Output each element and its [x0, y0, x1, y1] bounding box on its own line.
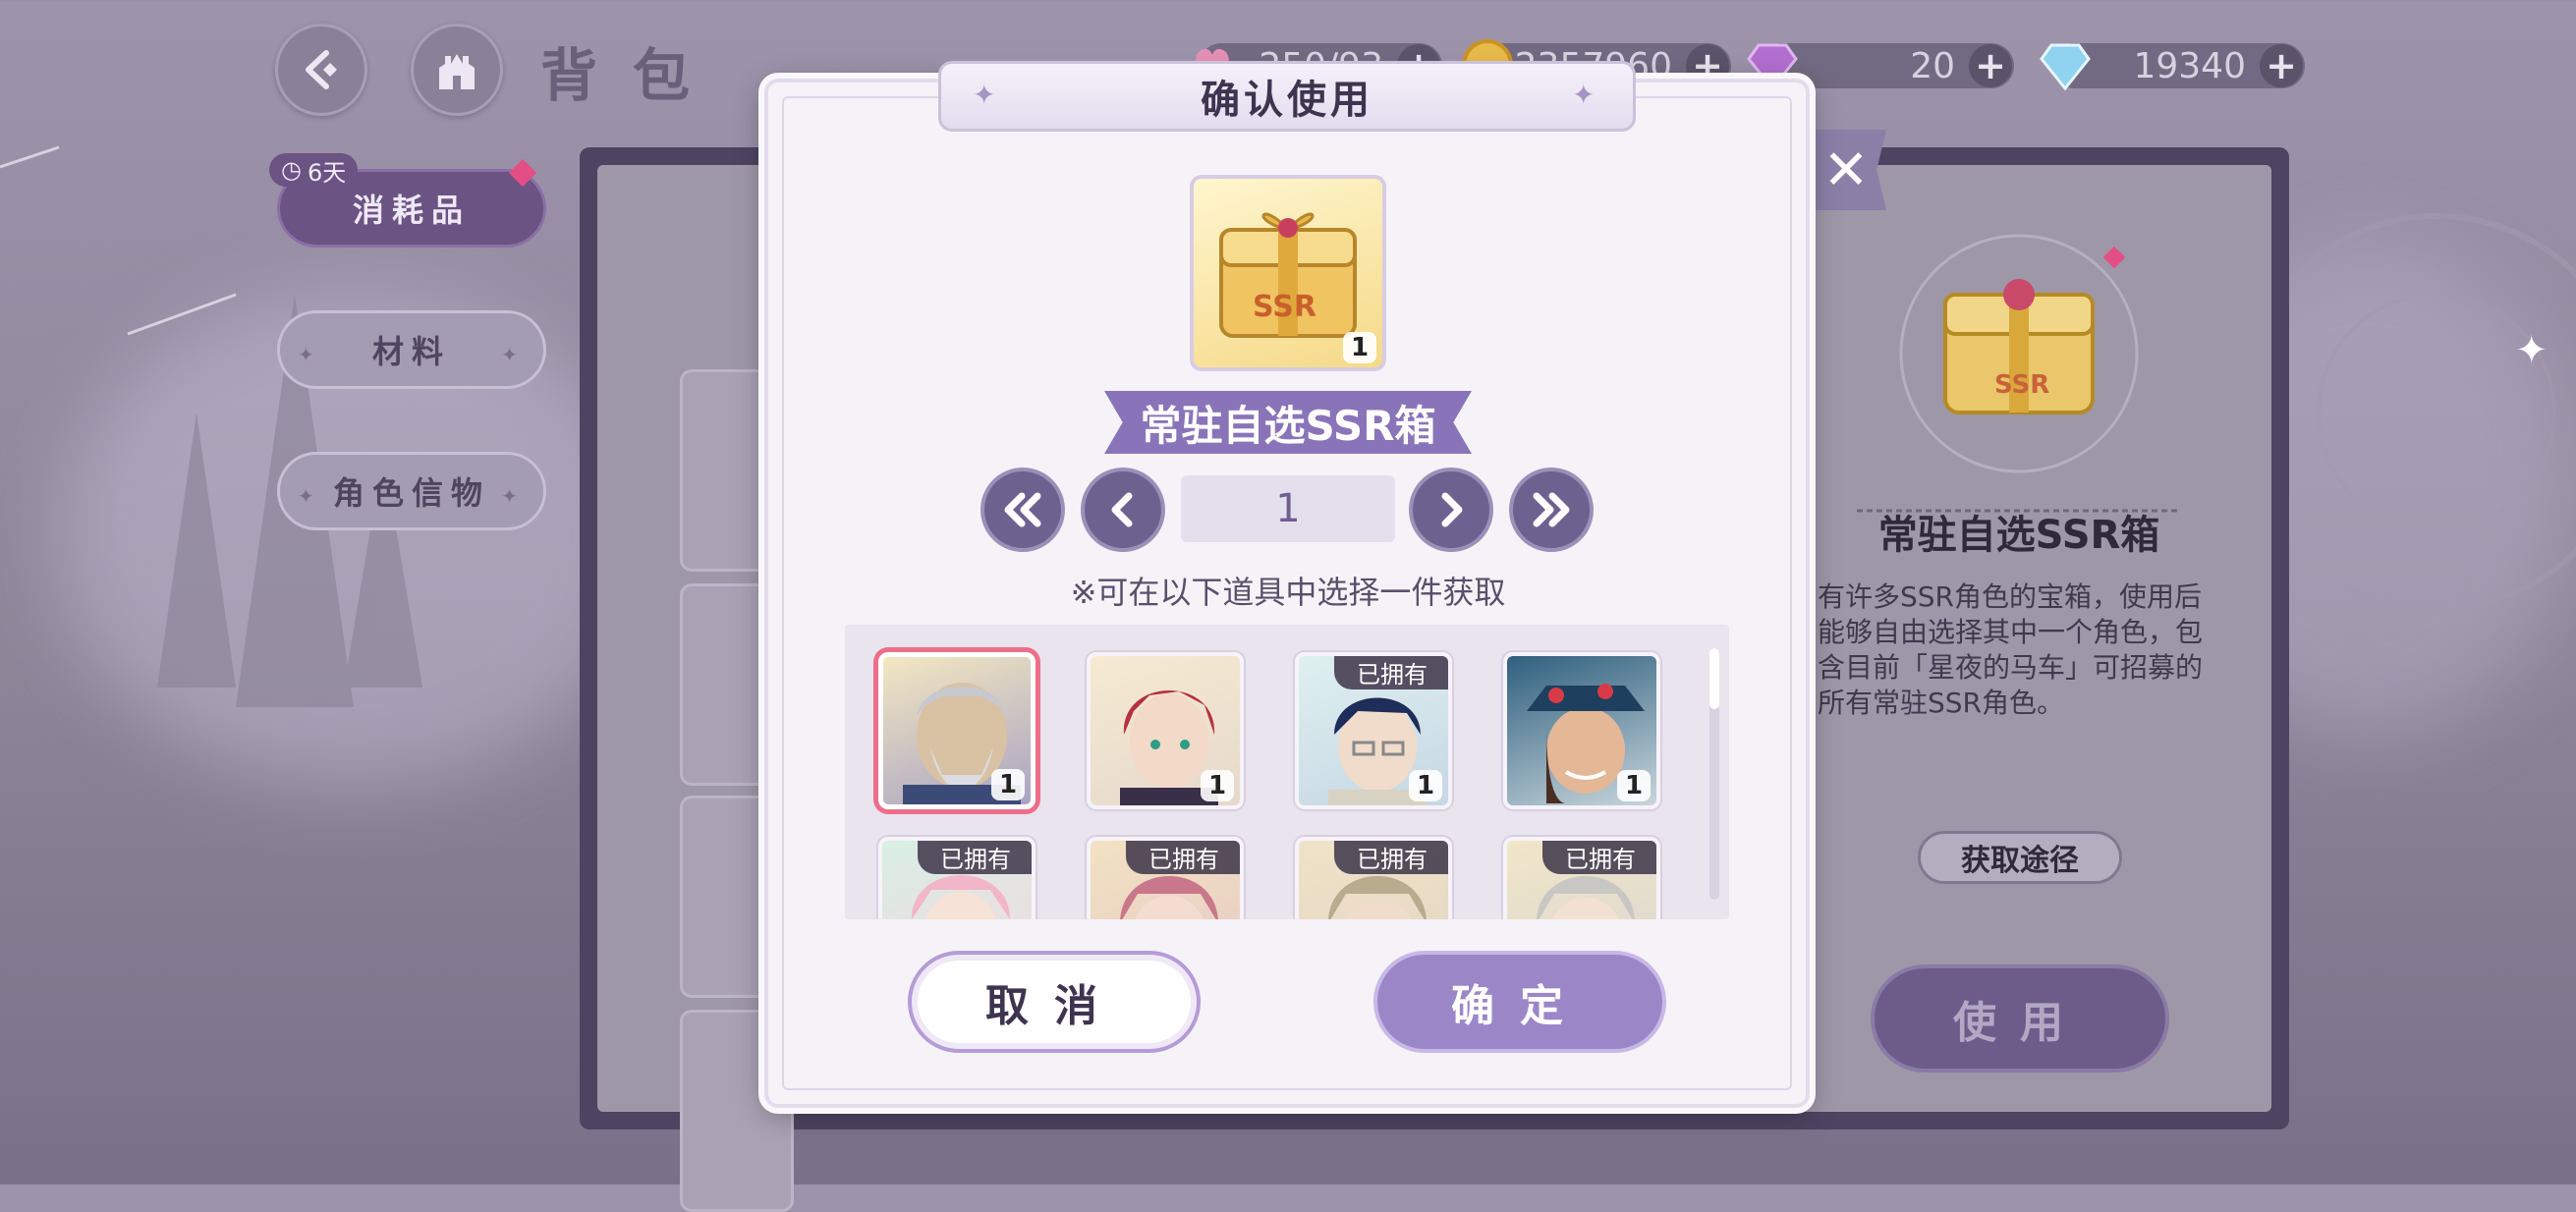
quantity-increase-button[interactable] — [1409, 468, 1493, 552]
item-name: 常驻自选SSR箱 — [1140, 401, 1436, 450]
svg-text:✦: ✦ — [2515, 328, 2548, 373]
detail-item-image: SSR — [1857, 234, 2181, 513]
star-icon: ✦ — [1572, 79, 1596, 111]
owned-tag: 已拥有 — [918, 841, 1032, 874]
grid-scrollbar-thumb[interactable] — [1709, 648, 1719, 709]
add-diamond-button[interactable]: + — [2260, 44, 2303, 87]
chevron-left-icon — [1111, 492, 1133, 527]
use-button[interactable]: 使用 — [1871, 964, 2169, 1073]
svg-text:SSR: SSR — [1253, 290, 1316, 324]
cancel-button[interactable]: 取消 — [908, 951, 1201, 1053]
blue-diamond-icon — [2038, 37, 2093, 92]
diamond-counter: 19340 + — [2040, 43, 2305, 91]
quantity-min-button[interactable] — [980, 468, 1065, 552]
tab-materials[interactable]: ✦ 材料 ✦ — [277, 310, 546, 389]
detail-item-name: 常驻自选SSR箱 — [1877, 513, 2160, 558]
sparkle-icon: ✦ — [298, 484, 322, 508]
dialog-title: 确认使用 — [938, 61, 1636, 132]
character-choice-card[interactable]: 已拥有 1 — [1295, 652, 1452, 809]
chevron-right-icon — [1441, 492, 1463, 527]
quantity-field[interactable]: 1 — [1181, 475, 1395, 542]
castle-icon — [439, 54, 475, 89]
character-choice-card[interactable]: 已拥有 — [1503, 837, 1660, 919]
owned-tag: 已拥有 — [1126, 841, 1240, 874]
tab-character-tokens[interactable]: ✦ 角色信物 ✦ — [277, 452, 546, 530]
confirm-button[interactable]: 确定 — [1373, 951, 1666, 1053]
tab-label: 角色信物 — [332, 474, 490, 512]
detail-description: 有许多SSR角色的宝箱，使用后能够自由选择其中一个角色，包含目前「星夜的马车」可… — [1818, 580, 2204, 719]
selection-hint: ※可在以下道具中选择一件获取 — [1070, 574, 1506, 611]
sparkle-icon: ✦ — [501, 484, 526, 508]
item-name-ribbon: 常驻自选SSR箱 — [1104, 391, 1472, 454]
sparkle-icon: ✦ — [298, 343, 322, 366]
quantity-decrease-button[interactable] — [1081, 468, 1165, 552]
clock-icon: ◷ — [281, 156, 302, 184]
owned-tag: 已拥有 — [1334, 841, 1448, 874]
character-choice-card[interactable]: 1 — [1087, 652, 1244, 809]
page-title: 背包 — [540, 42, 726, 109]
character-choice-card[interactable]: 1 — [1503, 652, 1660, 809]
character-choice-grid: 1 1 已拥有 1 1 已拥有 已拥有 已拥有 已拥有 — [845, 625, 1729, 919]
confirm-label: 确定 — [1451, 981, 1589, 1031]
dialog-title-text: 确认使用 — [1201, 78, 1373, 123]
character-choice-card[interactable]: 已拥有 — [878, 837, 1036, 919]
quantity-max-button[interactable] — [1509, 468, 1594, 552]
timer-text: 6天 — [307, 158, 347, 187]
item-count-badge: 1 — [1343, 332, 1376, 363]
choice-count-badge: 1 — [991, 769, 1025, 800]
add-purple-gem-button[interactable]: + — [1969, 44, 2012, 87]
star-icon: ✦ — [973, 79, 996, 111]
choice-count-badge: 1 — [1409, 770, 1442, 801]
close-icon[interactable]: ✕ — [1806, 130, 1886, 210]
character-choice-card[interactable]: 已拥有 — [1087, 837, 1244, 919]
back-button[interactable] — [275, 24, 367, 116]
home-button[interactable] — [411, 24, 503, 116]
timer-badge: ◷ 6天 — [269, 153, 359, 187]
acquisition-source-button[interactable]: 获取途径 — [1918, 831, 2122, 884]
double-chevron-left-icon — [1004, 492, 1041, 527]
diamond-value: 19340 — [2133, 45, 2246, 86]
cancel-label: 取消 — [985, 981, 1123, 1031]
tab-label: 消耗品 — [352, 192, 471, 229]
owned-tag: 已拥有 — [1334, 656, 1448, 689]
item-icon-frame: SSR 1 — [1190, 175, 1386, 371]
owned-tag: 已拥有 — [1542, 841, 1656, 874]
sparkle-icon: ✦ — [501, 343, 526, 366]
choice-count-badge: 1 — [1201, 770, 1234, 801]
character-choice-card[interactable]: 1 — [878, 652, 1036, 809]
purple-gem-value: 20 — [1910, 45, 1955, 86]
choice-count-badge: 1 — [1617, 770, 1651, 801]
double-chevron-right-icon — [1533, 492, 1570, 527]
svg-text:SSR: SSR — [1994, 370, 2049, 400]
character-choice-card[interactable]: 已拥有 — [1295, 837, 1452, 919]
tab-label: 材料 — [371, 333, 451, 370]
back-arrow-icon — [306, 50, 337, 89]
